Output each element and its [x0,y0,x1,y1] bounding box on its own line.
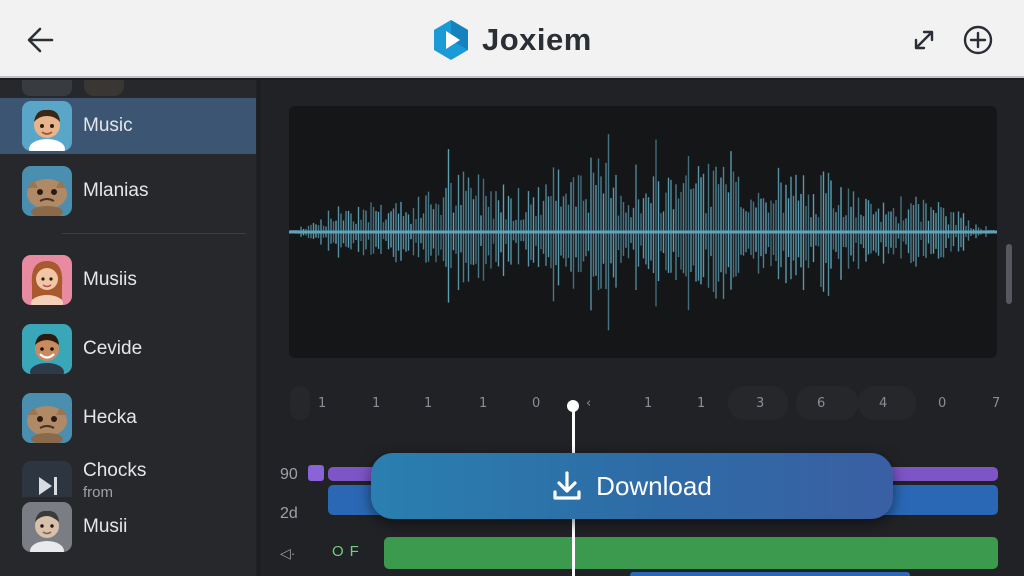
ruler-tick: 0 [938,396,947,411]
vertical-scrollbar[interactable] [1006,244,1012,304]
ruler-tick: 1 [479,396,488,411]
ruler-tick: 1 [318,396,327,411]
sidebar-item-musiis[interactable]: Musiis [0,252,256,308]
download-icon [553,471,581,500]
sidebar-item-musii[interactable]: Musii [0,497,256,557]
ruler-tick: 1 [372,396,381,411]
creature-avatar [22,393,72,443]
ruler-tick: ‹ [586,396,592,411]
sidebar-item-label: Musii [83,516,128,537]
sidebar-item-music[interactable]: Music [0,98,256,154]
ruler-tick: 3 [756,396,765,411]
sidebar-divider [62,233,246,234]
green-track-label: OF [332,543,365,560]
ruler-tick: 7 [992,396,1001,411]
bottom-track-clip[interactable] [630,572,910,576]
ruler-tick: 4 [879,396,888,411]
ruler-tick: 6 [817,396,826,411]
ruler-marker [290,386,310,420]
ruler-tick: 1 [644,396,653,411]
partial-item-avatar [84,80,124,96]
download-button[interactable]: Download [371,453,893,519]
ruler-tick: 1 [697,396,706,411]
sidebar-item-label: Hecka [83,407,137,428]
track-label: 90 [280,466,298,483]
sidebar-item-label: Music [83,115,133,136]
timeline-ruler[interactable]: 1 1 1 1 0 ‹ 1 1 3 6 4 0 7 [290,384,1000,424]
green-track-clip[interactable] [384,537,998,569]
creature-avatar [22,166,72,216]
ruler-marker [796,386,858,420]
partial-item-avatar [22,80,72,96]
playhead-knob[interactable] [567,400,579,412]
back-button[interactable] [22,22,62,58]
app-title: Joxiem [482,22,592,57]
track-handle[interactable] [308,465,324,481]
audio-waveform [289,134,997,331]
sidebar-item-hecka[interactable]: Hecka [0,390,256,446]
brand: Joxiem [430,17,592,63]
expand-button[interactable] [906,22,942,58]
sidebar-item-label: Mlanias [83,180,149,201]
expand-diagonal-icon [914,30,934,50]
sidebar-item-label: Cevide [83,338,143,359]
ruler-tick: 0 [532,396,541,411]
track-label: 2d [280,505,298,522]
sidebar-item-mlanias[interactable]: Mlanias [0,163,256,219]
speaker-icon[interactable]: ◁· [280,545,295,562]
add-button[interactable] [960,22,996,58]
gray-man-avatar [22,502,72,552]
boy-avatar [22,101,72,151]
arrow-left-icon [27,27,54,53]
top-bar: Joxiem [0,0,1024,78]
plus-circle-icon [963,25,993,55]
sidebar: Music Mlanias Musiis Cevide Hecka Chocks… [0,80,258,576]
smiling-man-avatar [22,324,72,374]
sidebar-item-cevide[interactable]: Cevide [0,321,256,377]
sidebar-item-label: Chocks [83,460,147,481]
sidebar-item-label: Musiis [83,269,137,290]
download-label: Download [596,470,712,501]
logo-icon [434,20,468,60]
woman-avatar [22,255,72,305]
ruler-tick: 1 [424,396,433,411]
waveform-panel[interactable] [289,106,997,358]
